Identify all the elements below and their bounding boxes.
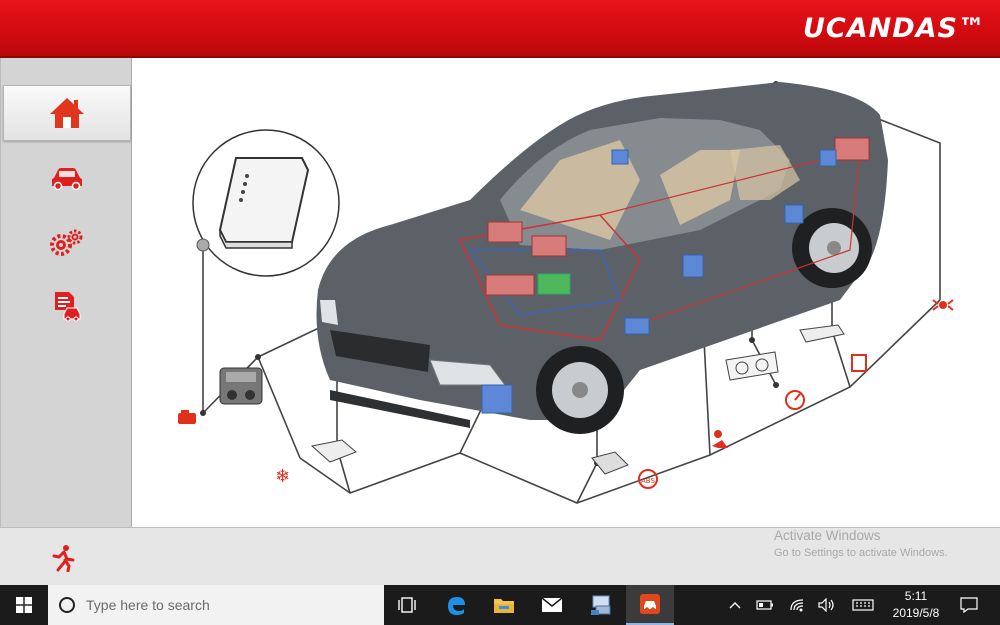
running-man-icon bbox=[52, 545, 75, 572]
svg-text:ABS: ABS bbox=[641, 477, 655, 485]
report-icon bbox=[55, 292, 81, 322]
door-system-icon bbox=[851, 354, 867, 372]
chevron-up-icon bbox=[729, 602, 741, 609]
notification-icon bbox=[960, 597, 978, 613]
edge-browser-icon bbox=[448, 597, 465, 615]
watermark-title: Activate Windows bbox=[774, 528, 881, 543]
watermark-subtitle: Go to Settings to activate Windows. bbox=[774, 547, 948, 559]
battery-icon bbox=[756, 600, 773, 610]
network-button[interactable] bbox=[784, 585, 810, 625]
sidebar bbox=[0, 58, 132, 527]
sidebar-item-vehicle[interactable] bbox=[3, 150, 131, 206]
instrument-system-icon bbox=[785, 390, 805, 410]
light-switch-component bbox=[799, 324, 845, 343]
ucandas-app-icon bbox=[640, 594, 660, 614]
bottom-bar: Activate Windows Go to Settings to activ… bbox=[0, 527, 1000, 585]
clock-date: 2019/5/8 bbox=[892, 606, 940, 620]
volume-button[interactable] bbox=[814, 585, 840, 625]
taskbar-app-ucandas[interactable] bbox=[626, 585, 674, 625]
sidebar-item-special-functions[interactable] bbox=[3, 215, 131, 271]
climate-panel-component bbox=[310, 439, 357, 463]
taskbar-clock[interactable]: 5:11 2019/5/8 bbox=[880, 588, 952, 622]
lighting-system-icon bbox=[932, 299, 954, 311]
folder-icon bbox=[494, 599, 514, 613]
wifi-icon bbox=[790, 599, 804, 612]
action-center-button[interactable] bbox=[954, 585, 984, 625]
diagnostic-device-callout bbox=[192, 129, 340, 277]
cortana-icon bbox=[59, 597, 75, 613]
taskbar-app-mail[interactable] bbox=[528, 585, 576, 625]
task-view-icon bbox=[398, 597, 416, 613]
taskbar-app-edge[interactable] bbox=[432, 585, 480, 625]
search-placeholder: Type here to search bbox=[86, 597, 210, 613]
engine-system-icon bbox=[178, 410, 196, 424]
airbag-system-icon bbox=[712, 430, 728, 448]
abs-system-icon: ABS bbox=[638, 469, 658, 489]
home-icon bbox=[50, 98, 84, 128]
keyboard-icon bbox=[852, 599, 874, 611]
gears-icon bbox=[50, 229, 83, 256]
sidebar-item-home[interactable] bbox=[3, 85, 131, 141]
taskbar-search-box[interactable]: Type here to search bbox=[48, 585, 384, 625]
app-header: UCANDAS™ bbox=[0, 0, 1000, 58]
vehicle-systems-diagram: ❄ ABS bbox=[178, 81, 954, 504]
main-content: ❄ ABS bbox=[132, 58, 1000, 527]
show-hidden-icons-button[interactable] bbox=[722, 585, 748, 625]
exit-button[interactable] bbox=[46, 542, 82, 574]
windows-taskbar: Type here to search 5:11 2019/5/8 bbox=[0, 585, 1000, 625]
ac-system-icon: ❄ bbox=[275, 466, 290, 487]
brand-logo: UCANDAS™ bbox=[803, 13, 986, 44]
activate-windows-watermark: Activate Windows Go to Settings to activ… bbox=[774, 528, 948, 559]
touch-keyboard-button[interactable] bbox=[848, 585, 878, 625]
computer-network-icon bbox=[591, 595, 611, 615]
svg-text:❄: ❄ bbox=[275, 466, 290, 487]
taskbar-app-file-explorer[interactable] bbox=[480, 585, 528, 625]
task-view-button[interactable] bbox=[384, 585, 430, 625]
speaker-icon bbox=[818, 598, 834, 612]
start-button[interactable] bbox=[0, 585, 48, 625]
clock-time: 5:11 bbox=[904, 589, 928, 603]
engine-component bbox=[219, 367, 263, 405]
taskbar-app-network-tool[interactable] bbox=[578, 585, 626, 625]
windows-logo-icon bbox=[16, 597, 32, 613]
battery-button[interactable] bbox=[752, 585, 778, 625]
car-illustration bbox=[316, 82, 888, 434]
sidebar-item-reports[interactable] bbox=[3, 278, 131, 334]
mail-icon bbox=[541, 597, 563, 612]
car-icon bbox=[52, 168, 82, 190]
